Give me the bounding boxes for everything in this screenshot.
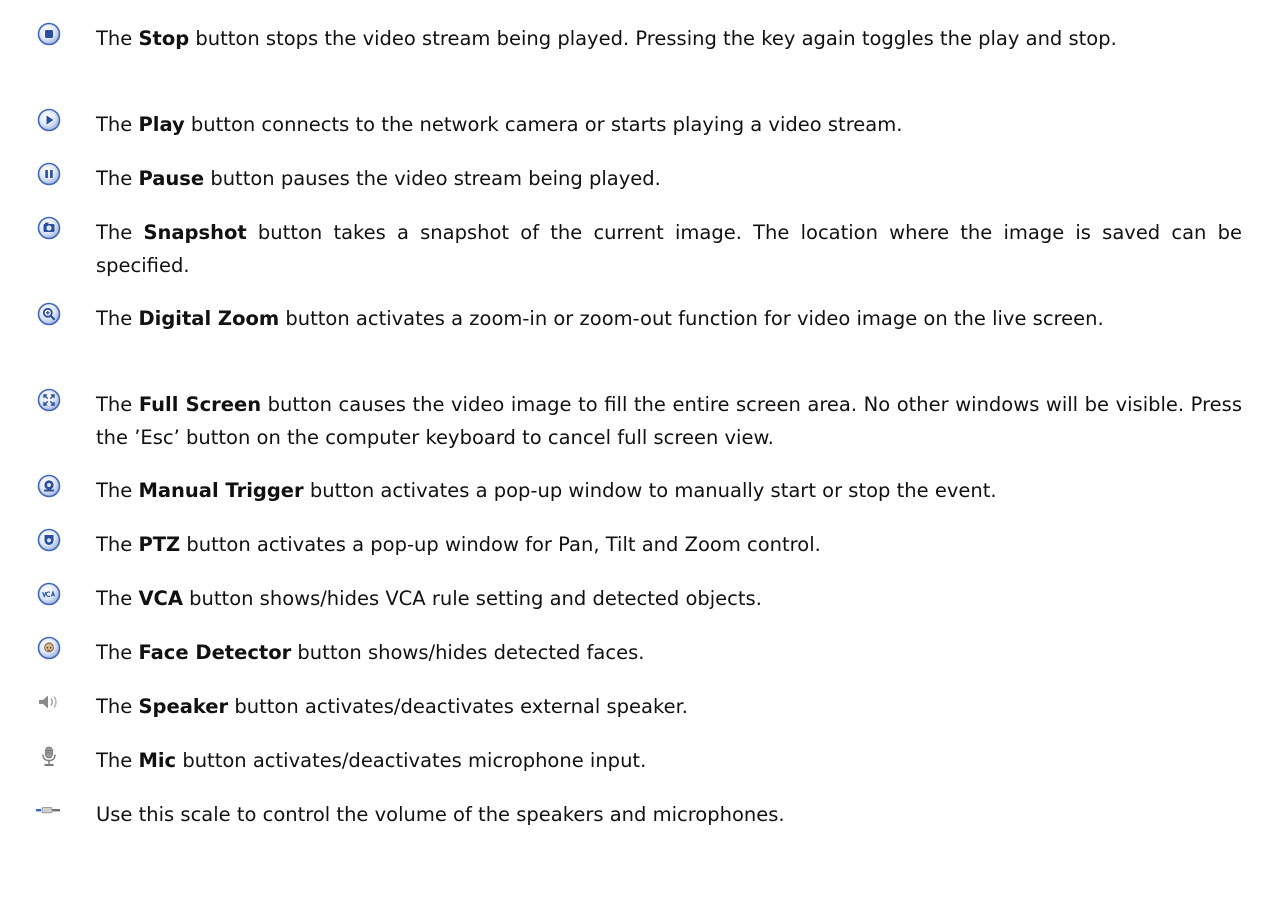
face-detector-description: The Face Detector button shows/hides det… [96,641,645,664]
document-page: The Stop button stops the video stream b… [0,0,1276,909]
pause-term: Pause [138,167,205,190]
vca-term: VCA [138,587,183,610]
manual-trigger-description: The Manual Trigger button activates a po… [96,479,997,502]
ptz-description: The PTZ button activates a pop-up window… [96,533,821,556]
ptz-term: PTZ [138,533,181,556]
speaker-term: Speaker [138,695,229,718]
manual-trigger-term: Manual Trigger [138,479,304,502]
play-term: Play [138,113,185,136]
face-detector-term: Face Detector [138,641,292,664]
full-screen-description: The Full Screen button causes the video … [96,393,1242,449]
digital-zoom-term: Digital Zoom [138,307,280,330]
snapshot-button-icon [37,216,61,240]
manual-trigger-button-icon [37,474,61,498]
stop-button-icon [37,22,61,46]
volume-scale-description: Use this scale to control the volume of … [96,803,785,826]
digital-zoom-description: The Digital Zoom button activates a zoom… [96,307,1104,330]
speaker-description: The Speaker button activates/deactivates… [96,695,689,718]
vca-button-icon [37,582,61,606]
snapshot-term: Snapshot [143,221,247,244]
volume-scale-icon [36,807,60,814]
full-screen-button-icon [37,388,61,412]
face-detector-button-icon [37,636,61,660]
digital-zoom-button-icon [37,302,61,326]
play-button-icon [37,108,61,132]
mic-term: Mic [138,749,177,772]
full-screen-term: Full Screen [138,393,262,416]
vca-description: The VCA button shows/hides VCA rule sett… [96,587,762,610]
mic-description: The Mic button activates/deactivates mic… [96,749,647,772]
snapshot-description: The Snapshot button takes a snapshot of … [96,221,1242,277]
pause-description: The Pause button pauses the video stream… [96,167,661,190]
stop-description: The Stop button stops the video stream b… [96,27,1117,50]
microphone-icon [42,746,56,766]
play-description: The Play button connects to the network … [96,113,903,136]
speaker-icon [39,695,57,709]
stop-term: Stop [138,27,190,50]
pause-button-icon [37,162,61,186]
ptz-button-icon [37,528,61,552]
